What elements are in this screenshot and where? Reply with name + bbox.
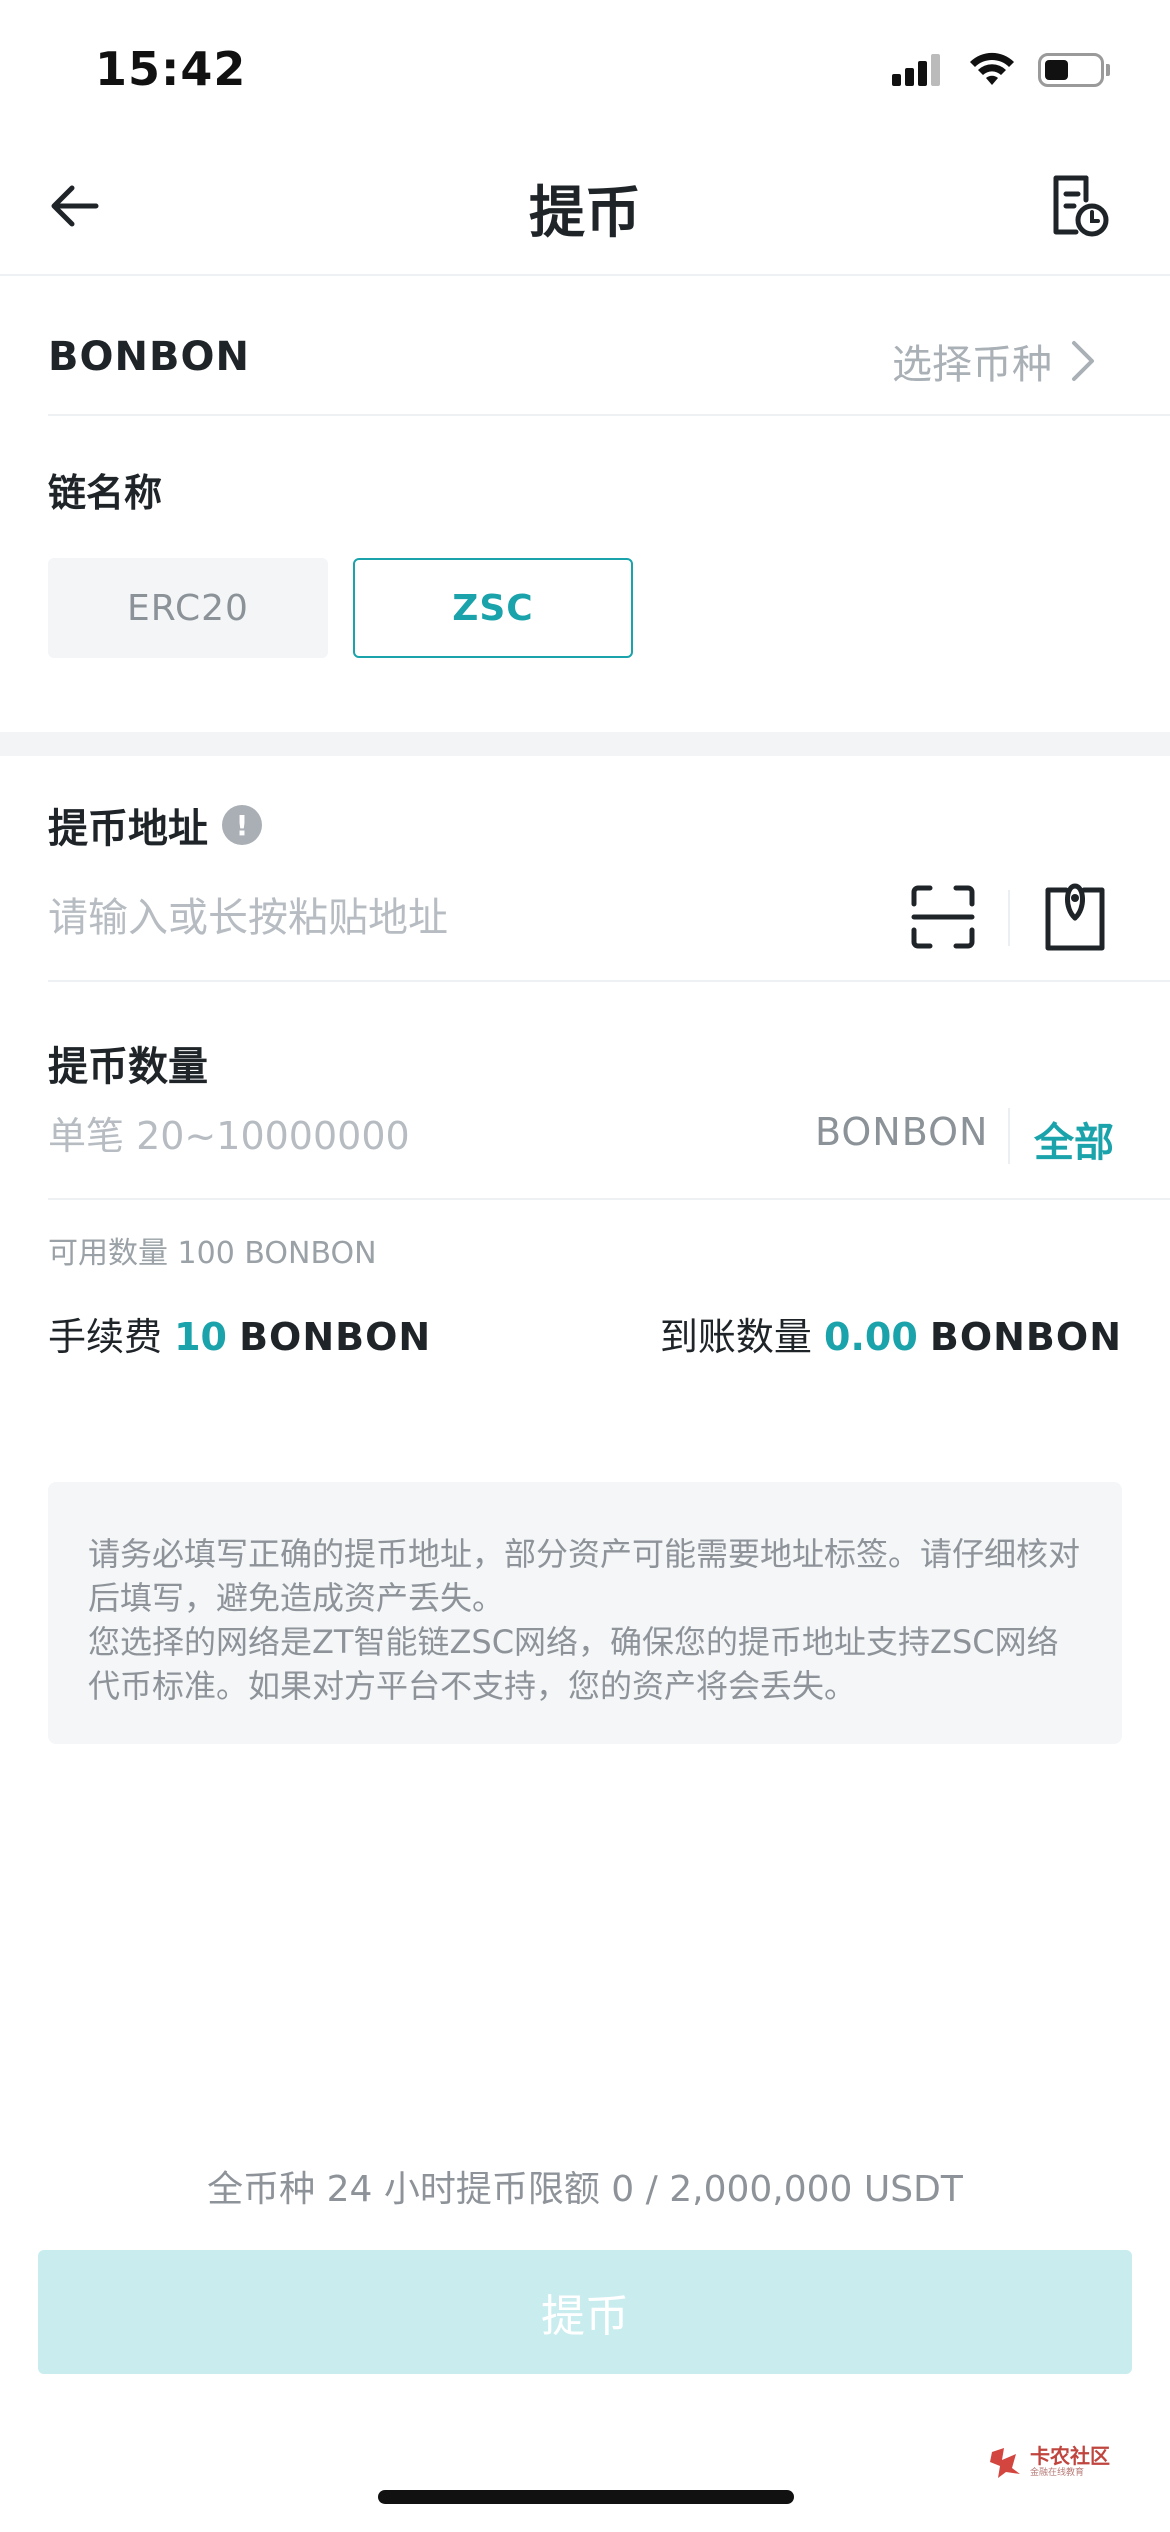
watermark: 卡农社区 金融在线教育 <box>988 2440 1112 2484</box>
watermark-subtitle: 金融在线教育 <box>1030 2468 1085 2478</box>
fee-value: 10 <box>174 1315 227 1359</box>
address-book-icon <box>1045 883 1105 951</box>
coin-name: BONBON <box>48 334 250 380</box>
fee-row: 手续费 10 BONBON <box>48 1306 431 1361</box>
address-tools-separator <box>1008 890 1010 946</box>
status-icons <box>892 52 1110 88</box>
section-separator <box>0 732 1170 756</box>
notice-line-1: 请务必填写正确的提币地址，部分资产可能需要地址标签。请仔细核对后填写，避免造成资… <box>88 1535 1081 1617</box>
receive-unit: BONBON <box>929 1315 1122 1359</box>
address-label: 提币地址 <box>48 806 208 852</box>
wifi-icon <box>970 52 1014 85</box>
available-balance: 可用数量 100 BONBON <box>48 1236 377 1271</box>
receive-value: 0.00 <box>824 1315 918 1359</box>
battery-icon <box>1038 53 1110 87</box>
receive-row: 到账数量 0.00 BONBON <box>660 1306 1122 1361</box>
withdraw-limit-text: 全币种 24 小时提币限额 0 / 2,000,000 USDT <box>207 2169 963 2210</box>
fee-label: 手续费 <box>48 1315 163 1359</box>
chain-option-zsc[interactable]: ZSC <box>353 558 633 658</box>
page-title: 提币 <box>529 181 641 246</box>
quantity-unit: BONBON <box>815 1110 989 1154</box>
chain-option-erc20[interactable]: ERC20 <box>48 558 328 658</box>
quantity-input[interactable] <box>48 1106 698 1166</box>
address-input[interactable] <box>48 888 848 948</box>
battery-fill <box>1045 60 1069 80</box>
address-book-button[interactable] <box>1040 878 1110 956</box>
watermark-logo-icon <box>990 2448 1020 2478</box>
quantity-divider <box>48 1198 1170 1200</box>
notice-line-2: 您选择的网络是ZT智能链ZSC网络，确保您的提币地址支持ZSC网络代币标准。如果… <box>88 1623 1059 1705</box>
watermark-title: 卡农社区 <box>1030 2444 1110 2468</box>
chevron-right-icon <box>1072 341 1094 381</box>
history-record-icon <box>1053 175 1109 237</box>
signal-icon <box>892 54 940 86</box>
home-indicator[interactable] <box>378 2490 794 2504</box>
address-divider <box>48 980 1170 982</box>
coin-divider <box>48 414 1170 416</box>
select-coin-label: 选择币种 <box>892 342 1052 388</box>
scan-button[interactable] <box>908 882 978 952</box>
scan-icon <box>911 885 975 949</box>
notice-box: 请务必填写正确的提币地址，部分资产可能需要地址标签。请仔细核对后填写，避免造成资… <box>48 1482 1122 1744</box>
withdraw-all-button[interactable]: 全部 <box>1034 1110 1114 1168</box>
status-time: 15:42 <box>95 42 247 96</box>
nav-divider <box>0 274 1170 276</box>
history-record-button[interactable] <box>1046 172 1114 240</box>
info-icon[interactable]: ! <box>222 805 262 845</box>
select-coin-button[interactable]: 选择币种 <box>892 332 1096 390</box>
fee-unit: BONBON <box>239 1315 432 1359</box>
receive-label: 到账数量 <box>659 1315 812 1359</box>
submit-withdraw-button[interactable]: 提币 <box>38 2250 1132 2374</box>
chain-label: 链名称 <box>48 471 163 515</box>
quantity-label: 提币数量 <box>48 1044 208 1090</box>
quantity-separator <box>1008 1108 1010 1164</box>
address-label-row: 提币地址 ! <box>48 796 262 854</box>
